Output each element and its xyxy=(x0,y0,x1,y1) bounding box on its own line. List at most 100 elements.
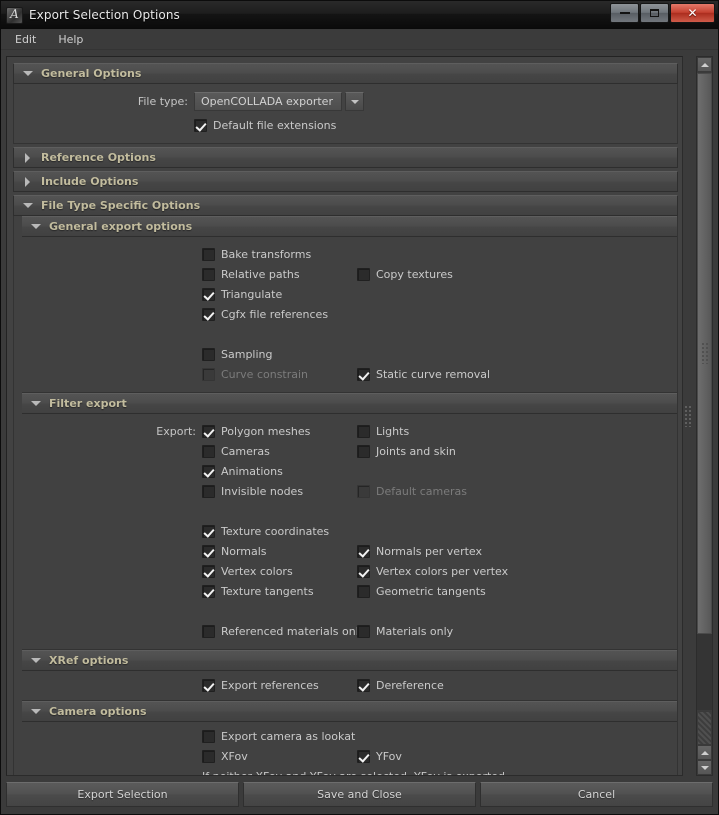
checkbox-cameras[interactable]: Cameras xyxy=(202,445,357,458)
checkbox-default-file-extensions[interactable]: Default file extensions xyxy=(194,119,336,132)
checkbox-static-curve-removal[interactable]: Static curve removal xyxy=(357,368,537,381)
checkbox-label: Normals xyxy=(221,545,267,558)
checkbox-icon xyxy=(202,288,215,301)
checkbox-export-references[interactable]: Export references xyxy=(202,679,357,692)
checkbox-vertex-colors-per-vertex[interactable]: Vertex colors per vertex xyxy=(357,565,537,578)
checkbox-default-cameras: Default cameras xyxy=(357,485,537,498)
checkbox-invisible-nodes[interactable]: Invisible nodes xyxy=(202,485,357,498)
export-selection-button[interactable]: Export Selection xyxy=(6,782,239,807)
checkbox-texture-coordinates[interactable]: Texture coordinates xyxy=(202,525,357,538)
checkbox-xfov[interactable]: XFov xyxy=(202,750,357,763)
checkbox-label: Geometric tangents xyxy=(376,585,486,598)
checkbox-label: Invisible nodes xyxy=(221,485,303,498)
option-row: Sampling xyxy=(22,344,677,364)
vertical-scrollbar[interactable] xyxy=(696,56,713,776)
checkbox-triangulate[interactable]: Triangulate xyxy=(202,288,357,301)
section-general-options-header[interactable]: General Options xyxy=(13,63,678,84)
checkbox-label: Relative paths xyxy=(221,268,300,281)
file-type-label: File type: xyxy=(14,95,194,108)
checkbox-referenced-materials-only[interactable]: Referenced materials only xyxy=(202,625,357,638)
section-file-type-specific-options-header[interactable]: File Type Specific Options xyxy=(13,195,678,216)
checkbox-geometric-tangents[interactable]: Geometric tangents xyxy=(357,585,537,598)
default-file-extensions-row: Default file extensions xyxy=(14,115,677,135)
checkbox-vertex-colors[interactable]: Vertex colors xyxy=(202,565,357,578)
checkbox-icon xyxy=(202,425,215,438)
checkbox-export-camera-as-lookat[interactable]: Export camera as lookat xyxy=(202,730,357,743)
option-row: Bake transforms xyxy=(22,244,677,264)
section-reference-options-title: Reference Options xyxy=(41,151,156,164)
maximize-button[interactable] xyxy=(640,3,669,23)
checkbox-label: Triangulate xyxy=(221,288,282,301)
file-type-specific-body: General export options Bake transforms xyxy=(13,216,678,776)
section-reference-options-header[interactable]: Reference Options xyxy=(13,147,678,168)
checkbox-bake-transforms[interactable]: Bake transforms xyxy=(202,248,357,261)
checkbox-cgfx-file-references[interactable]: Cgfx file references xyxy=(202,308,357,321)
checkbox-sampling[interactable]: Sampling xyxy=(202,348,357,361)
checkbox-normals-per-vertex[interactable]: Normals per vertex xyxy=(357,545,537,558)
checkbox-label: Cameras xyxy=(221,445,270,458)
checkbox-label: Default file extensions xyxy=(213,119,336,132)
section-xref-options-header[interactable]: XRef options xyxy=(22,650,677,671)
checkbox-label: Static curve removal xyxy=(376,368,490,381)
panel-resize-grip[interactable] xyxy=(683,56,693,776)
section-general-export-options-header[interactable]: General export options xyxy=(22,216,677,237)
menu-edit[interactable]: Edit xyxy=(11,31,40,48)
section-include-options-header[interactable]: Include Options xyxy=(13,171,678,192)
checkbox-joints-and-skin[interactable]: Joints and skin xyxy=(357,445,537,458)
scroll-down-button[interactable] xyxy=(697,760,712,775)
checkbox-lights[interactable]: Lights xyxy=(357,425,537,438)
option-row: Curve constrain Static curve removal xyxy=(22,364,677,384)
minimize-button[interactable] xyxy=(610,3,639,23)
maya-logo-icon xyxy=(6,7,23,24)
scroll-up-button[interactable] xyxy=(697,57,712,72)
scrollbar-thumb[interactable] xyxy=(697,73,712,634)
checkbox-icon xyxy=(202,348,215,361)
checkbox-icon xyxy=(202,545,215,558)
checkbox-label: YFov xyxy=(376,750,402,763)
menu-help[interactable]: Help xyxy=(54,31,87,48)
checkbox-label: Bake transforms xyxy=(221,248,311,261)
checkbox-label: Materials only xyxy=(376,625,453,638)
checkbox-label: Texture tangents xyxy=(221,585,314,598)
checkbox-icon xyxy=(202,730,215,743)
section-camera-options-header[interactable]: Camera options xyxy=(22,701,677,722)
scrollbar-track[interactable] xyxy=(697,73,712,710)
checkbox-label: Texture coordinates xyxy=(221,525,329,538)
checkbox-materials-only[interactable]: Materials only xyxy=(357,625,537,638)
checkbox-icon xyxy=(357,750,370,763)
checkbox-label: Export camera as lookat xyxy=(221,730,355,743)
export-selection-options-window: Export Selection Options ✕ Edit Help xyxy=(0,0,719,815)
section-filter-export: Filter export Export: Polygon meshes xyxy=(14,393,677,650)
checkbox-animations[interactable]: Animations xyxy=(202,465,357,478)
section-xref-options-body: Export references Dereference xyxy=(22,671,677,701)
checkbox-icon xyxy=(357,585,370,598)
checkbox-label: Joints and skin xyxy=(376,445,456,458)
section-include-options: Include Options xyxy=(13,171,678,192)
spacer-row xyxy=(22,601,677,621)
checkbox-polygon-meshes[interactable]: Polygon meshes xyxy=(202,425,357,438)
checkbox-icon xyxy=(357,445,370,458)
checkbox-copy-textures[interactable]: Copy textures xyxy=(357,268,537,281)
section-file-type-specific-options: File Type Specific Options General expor… xyxy=(13,195,678,776)
chevron-down-icon[interactable] xyxy=(345,92,364,111)
checkbox-label: Lights xyxy=(376,425,409,438)
section-filter-export-header[interactable]: Filter export xyxy=(22,393,677,414)
checkbox-yfov[interactable]: YFov xyxy=(357,750,537,763)
checkbox-icon xyxy=(202,465,215,478)
checkbox-icon xyxy=(357,565,370,578)
checkbox-texture-tangents[interactable]: Texture tangents xyxy=(202,585,357,598)
save-and-close-button[interactable]: Save and Close xyxy=(243,782,476,807)
close-button[interactable]: ✕ xyxy=(670,3,715,23)
option-row: Export references Dereference xyxy=(22,675,677,695)
option-row: Referenced materials only Materials only xyxy=(22,621,677,641)
cancel-button[interactable]: Cancel xyxy=(480,782,713,807)
checkbox-label: Referenced materials only xyxy=(221,625,365,638)
scroll-up-button-bottom[interactable] xyxy=(697,745,712,760)
checkbox-normals[interactable]: Normals xyxy=(202,545,357,558)
checkbox-icon xyxy=(202,308,215,321)
checkbox-icon xyxy=(202,368,215,381)
checkbox-icon xyxy=(202,485,215,498)
checkbox-dereference[interactable]: Dereference xyxy=(357,679,537,692)
file-type-dropdown[interactable]: OpenCOLLADA exporter xyxy=(194,92,364,111)
checkbox-relative-paths[interactable]: Relative paths xyxy=(202,268,357,281)
